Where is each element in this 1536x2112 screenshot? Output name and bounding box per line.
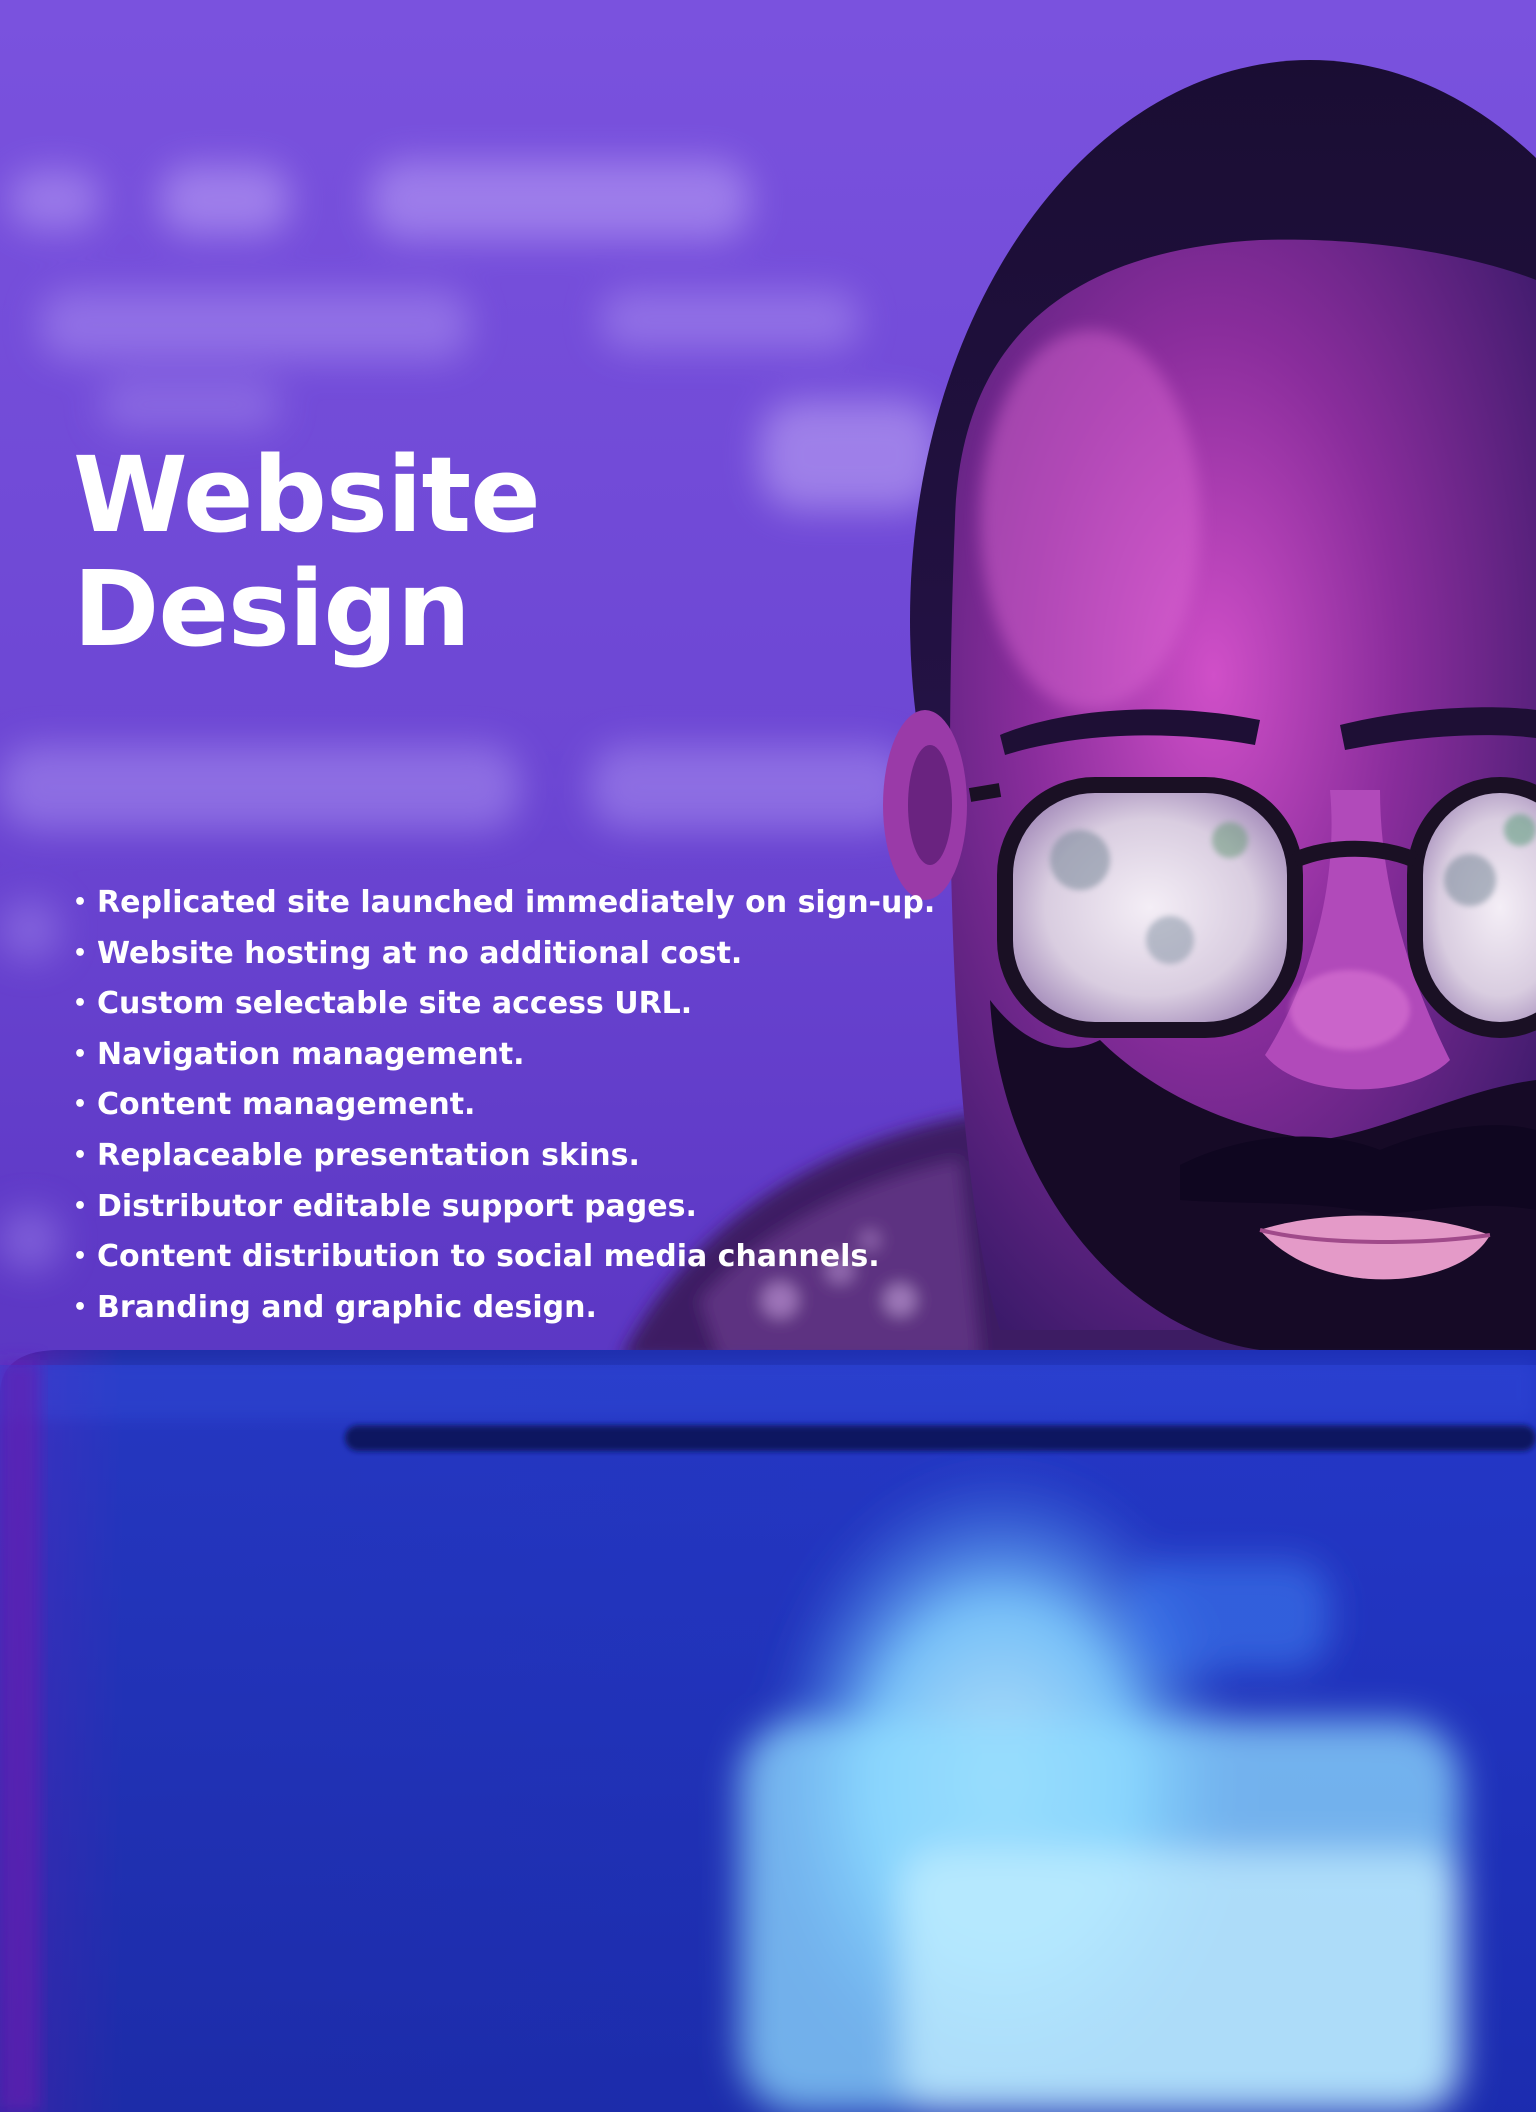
feature-item: • Custom selectable site access URL. (73, 979, 935, 1030)
feature-text: Custom selectable site access URL. (97, 986, 693, 1022)
feature-text: Replicated site launched immediately on … (97, 885, 936, 920)
feature-item: • Distributor editable support pages. (73, 1182, 935, 1233)
feature-text: Branding and graphic design. (97, 1289, 597, 1325)
feature-text: Navigation management. (97, 1036, 525, 1072)
title-line-2: Design (73, 548, 471, 670)
feature-item: • Replaceable presentation skins. (73, 1131, 935, 1182)
bullet-icon: • (73, 991, 88, 1017)
hero-content: Website Design • Replicated site launched… (73, 438, 973, 1325)
feature-text: Content distribution to social media cha… (97, 1239, 880, 1275)
feature-text: Website hosting at no additional cost. (97, 935, 743, 971)
feature-item: • Content distribution to social media ch… (73, 1232, 935, 1283)
feature-list: • Replicated site launched immediately on… (73, 878, 935, 1333)
bullet-icon: • (73, 940, 88, 966)
title-line-1: Website (73, 434, 541, 556)
feature-item: • Replicated site launched immediately on… (73, 878, 935, 929)
feature-item: • Website hosting at no additional cost. (73, 929, 935, 980)
feature-item: • Navigation management. (73, 1030, 935, 1081)
bullet-icon: • (73, 1193, 88, 1219)
feature-item: • Branding and graphic design. (73, 1283, 935, 1334)
bullet-icon: • (73, 1142, 88, 1168)
bullet-icon: • (73, 1092, 88, 1118)
bullet-icon: • (73, 1294, 88, 1320)
page-title: Website Design (73, 438, 973, 666)
feature-text: Distributor editable support pages. (97, 1188, 697, 1224)
feature-item: • Content management. (73, 1080, 935, 1131)
bullet-icon: • (73, 890, 88, 915)
bullet-icon: • (73, 1244, 88, 1270)
feature-text: Replaceable presentation skins. (97, 1137, 640, 1173)
bullet-icon: • (73, 1041, 88, 1067)
feature-text: Content management. (97, 1087, 476, 1123)
